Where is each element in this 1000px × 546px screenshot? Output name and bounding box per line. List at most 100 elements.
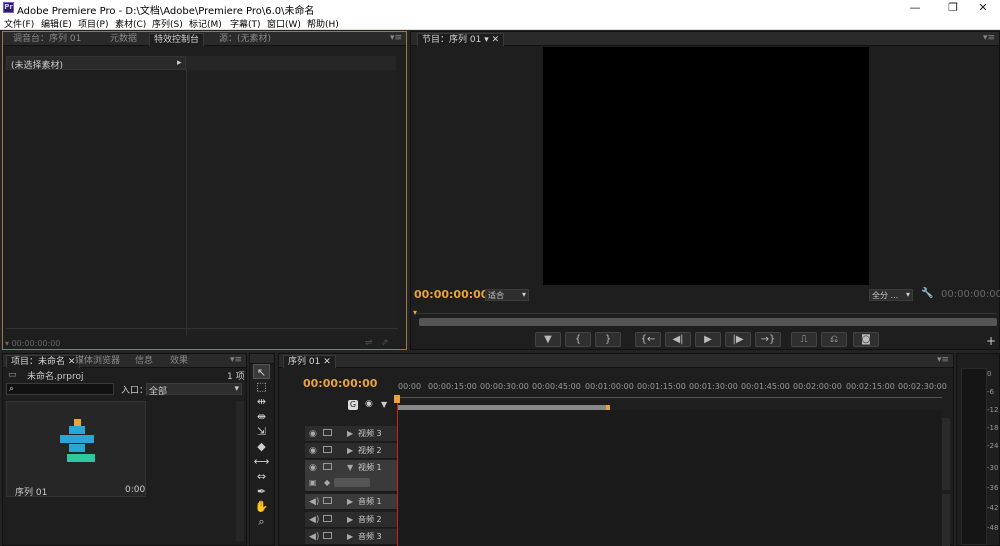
lock-icon[interactable] xyxy=(323,515,332,522)
panel-menu-icon[interactable]: ▾≡ xyxy=(983,33,995,43)
playhead-marker-icon[interactable]: ▾ xyxy=(413,308,417,317)
snap-icon[interactable]: G xyxy=(348,400,358,410)
add-marker-button[interactable]: ▼ xyxy=(535,332,561,347)
fit-dropdown[interactable]: 适合 ▾ xyxy=(485,289,529,301)
tab-audio-mixer[interactable]: 调音台：序列 01 xyxy=(9,33,85,46)
lift-button[interactable]: ⎍ xyxy=(791,332,817,347)
menu-sequence[interactable]: 序列(S) xyxy=(152,17,183,30)
timeline-timecode[interactable]: 00:00:00:00 xyxy=(303,377,377,390)
track-audio-3[interactable]: ◀) ▶ 音频 3 xyxy=(305,529,397,545)
playhead-handle[interactable] xyxy=(394,395,400,403)
panel-menu-icon[interactable]: ▾≡ xyxy=(390,33,402,43)
tab-program[interactable]: 节目：序列 01 ▾ ✕ xyxy=(417,33,505,46)
menu-window[interactable]: 窗口(W) xyxy=(267,17,301,30)
program-timecode[interactable]: 00:00:00:00 xyxy=(414,288,488,301)
in-dropdown[interactable]: 全部 ▾ xyxy=(146,383,242,397)
no-clip-label: (未选择素材) xyxy=(11,61,64,71)
tab-sequence[interactable]: 序列 01 ✕ xyxy=(283,355,336,368)
panel-menu-icon[interactable]: ▾≡ xyxy=(230,355,242,365)
export-frame-button[interactable]: ◙ xyxy=(853,332,879,347)
expand-arrow-icon[interactable]: ▶ xyxy=(347,446,353,455)
eye-icon[interactable]: ◉ xyxy=(309,463,317,473)
marker-icon[interactable]: ▼ xyxy=(381,400,387,409)
audio-scrollbar[interactable] xyxy=(942,494,950,546)
wrench-icon[interactable]: 🔧 xyxy=(921,288,933,299)
expand-arrow-icon[interactable]: ▶ xyxy=(347,532,353,541)
play-button[interactable]: ▶ xyxy=(695,332,721,347)
slip-tool-icon[interactable]: ⟷ xyxy=(253,454,270,469)
project-scrollbar[interactable] xyxy=(236,401,244,541)
rate-stretch-tool-icon[interactable]: ⇲ xyxy=(253,424,270,439)
pen-tool-icon[interactable]: ✒ xyxy=(253,484,270,499)
zoom-tool-icon[interactable]: ⌕ xyxy=(253,514,270,529)
collapse-arrow-icon[interactable]: ▼ xyxy=(347,463,353,472)
tools-header xyxy=(250,354,274,364)
extract-button[interactable]: ⎌ xyxy=(821,332,847,347)
tab-effect-controls[interactable]: 特效控制台 xyxy=(149,33,205,46)
track-name: 音频 2 xyxy=(358,515,382,524)
go-to-in-button[interactable]: {← xyxy=(635,332,661,347)
keyframe-control[interactable] xyxy=(334,478,370,487)
track-select-tool-icon[interactable]: ⬚ xyxy=(253,379,270,394)
mark-in-button[interactable]: { xyxy=(565,332,591,347)
program-ruler[interactable] xyxy=(414,308,997,314)
add-button-icon[interactable]: + xyxy=(986,334,996,348)
menu-project[interactable]: 项目(P) xyxy=(78,17,108,30)
menu-title[interactable]: 字幕(T) xyxy=(230,17,261,30)
track-video-1[interactable]: ◉ ▼ 视频 1 ▣ ◆ xyxy=(305,460,397,492)
speaker-icon[interactable]: ◀) xyxy=(309,515,319,525)
track-video-2[interactable]: ◉ ▶ 视频 2 xyxy=(305,443,397,459)
hand-tool-icon[interactable]: ✋ xyxy=(253,499,270,514)
lock-icon[interactable] xyxy=(323,532,332,539)
slide-tool-icon[interactable]: ⇔ xyxy=(253,469,270,484)
lock-icon[interactable] xyxy=(323,429,332,436)
lock-icon[interactable] xyxy=(323,497,332,504)
menu-clip[interactable]: 素材(C) xyxy=(115,17,146,30)
razor-tool-icon[interactable]: ◆ xyxy=(253,439,270,454)
tab-source[interactable]: 源：(无素材) xyxy=(215,33,275,46)
selection-tool-icon[interactable]: ↖ xyxy=(253,364,270,379)
track-audio-1[interactable]: ◀) ▶ 音频 1 xyxy=(305,494,397,510)
minimize-button[interactable]: — xyxy=(898,0,932,16)
expand-arrow-icon[interactable]: ▸ xyxy=(177,58,182,68)
maximize-button[interactable]: ❐ xyxy=(936,0,970,16)
menu-file[interactable]: 文件(F) xyxy=(4,17,34,30)
tab-project[interactable]: 项目：未命名 ✕ xyxy=(6,355,81,368)
display-style-icon[interactable]: ▣ xyxy=(309,478,317,487)
keyframe-icon[interactable]: ◆ xyxy=(324,478,330,487)
zoom-bar[interactable] xyxy=(419,318,997,326)
quality-dropdown[interactable]: 全分 ... ▾ xyxy=(869,289,913,301)
panel-menu-icon[interactable]: ▾≡ xyxy=(937,355,949,365)
expand-arrow-icon[interactable]: ▶ xyxy=(347,515,353,524)
eye-icon[interactable]: ◉ xyxy=(309,446,317,456)
loop-icon[interactable]: ⇌ xyxy=(365,338,373,348)
step-back-button[interactable]: ◀| xyxy=(665,332,691,347)
menu-help[interactable]: 帮助(H) xyxy=(307,17,339,30)
menu-marker[interactable]: 标记(M) xyxy=(189,17,222,30)
track-audio-2[interactable]: ◀) ▶ 音频 2 xyxy=(305,512,397,528)
search-input[interactable]: ⌕ xyxy=(6,383,114,395)
expand-arrow-icon[interactable]: ▶ xyxy=(347,497,353,506)
expand-arrow-icon[interactable]: ▶ xyxy=(347,429,353,438)
mark-out-button[interactable]: } xyxy=(595,332,621,347)
lock-icon[interactable] xyxy=(323,463,332,470)
menu-edit[interactable]: 编辑(E) xyxy=(41,17,72,30)
track-video-3[interactable]: ◉ ▶ 视频 3 xyxy=(305,426,397,442)
go-to-out-button[interactable]: →} xyxy=(755,332,781,347)
add-marker-icon[interactable]: ◉ xyxy=(365,399,373,409)
step-forward-button[interactable]: |▶ xyxy=(725,332,751,347)
sequence-thumbnail[interactable]: 序列 01 0:00 xyxy=(6,401,146,498)
tab-media-browser[interactable]: 媒体浏览器 xyxy=(71,355,124,368)
tab-effects[interactable]: 效果 xyxy=(166,355,192,368)
export-icon[interactable]: ⇗ xyxy=(381,338,389,348)
close-button[interactable]: ✕ xyxy=(966,0,1000,16)
speaker-icon[interactable]: ◀) xyxy=(309,532,319,542)
tab-info[interactable]: 信息 xyxy=(131,355,157,368)
rolling-edit-tool-icon[interactable]: ⇼ xyxy=(253,409,270,424)
ripple-edit-tool-icon[interactable]: ⇹ xyxy=(253,394,270,409)
video-scrollbar[interactable] xyxy=(942,418,950,490)
tab-metadata[interactable]: 元数据 xyxy=(106,33,141,46)
eye-icon[interactable]: ◉ xyxy=(309,429,317,439)
speaker-icon[interactable]: ◀) xyxy=(309,497,319,507)
lock-icon[interactable] xyxy=(323,446,332,453)
